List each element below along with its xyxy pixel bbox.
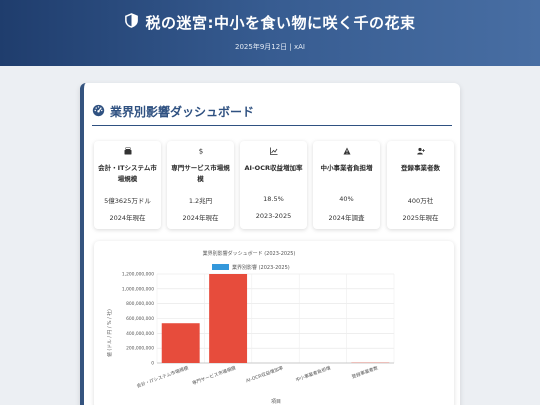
- stat-card-date: 2025年現在: [402, 214, 439, 222]
- legend-swatch[interactable]: [212, 264, 229, 270]
- page-header: 税の迷宮:中小を食い物に咲く千の花束 2025年9月12日 | xAI: [0, 0, 540, 66]
- section-title: 業界別影響ダッシュボード: [110, 105, 255, 119]
- y-tick-label: 400,000,000: [126, 331, 154, 337]
- stat-card-title: 専門サービス市場規模: [171, 164, 230, 183]
- x-tick-label: 中小事業者負担増: [295, 364, 332, 383]
- x-tick-label: AI-OCR収益増加率: [245, 364, 285, 384]
- stat-card-date: 2024年調査: [328, 214, 365, 222]
- stat-card-date: 2024年現在: [109, 214, 146, 222]
- y-tick-label: 0: [151, 361, 154, 367]
- stat-card-title: 会計・ITシステム市場規模: [98, 164, 157, 183]
- stat-card-value: 400万社: [407, 197, 434, 205]
- stat-card-date: 2024年現在: [182, 214, 219, 222]
- user-plus-icon: [387, 146, 454, 156]
- line-chart-icon: [240, 146, 307, 156]
- legend-label[interactable]: 業界別影響 (2023-2025): [232, 264, 290, 271]
- y-tick-label: 1,000,000,000: [122, 286, 154, 292]
- warning-icon: [313, 146, 380, 156]
- y-tick-label: 1,200,000,000: [122, 272, 154, 278]
- bar-0[interactable]: [161, 323, 200, 363]
- stat-card-title: 登録事業者数: [401, 164, 440, 172]
- x-tick-label: 会計・ITシステム市場規模: [136, 364, 190, 389]
- x-tick-label: 専門サービス市場規模: [191, 364, 237, 386]
- gauge-icon: [92, 104, 105, 120]
- impact-bar-chart: 業界別影響ダッシュボード (2023-2025) 業界別影響 (2023-202…: [106, 250, 395, 405]
- bar-1[interactable]: [209, 274, 248, 363]
- chart-title: 業界別影響ダッシュボード (2023-2025): [203, 250, 296, 257]
- stat-card-sme-burden: 中小事業者負担増 40% 2024年調査: [313, 141, 380, 229]
- svg-text:$: $: [198, 148, 202, 156]
- impact-chart-card: 業界別影響ダッシュボード (2023-2025) 業界別影響 (2023-202…: [94, 241, 454, 405]
- y-axis-label: 値 (ドル / 円 / % / 社): [106, 309, 113, 357]
- stat-card-ai-ocr: AI-OCR収益増加率 18.5% 2023-2025: [240, 141, 307, 229]
- y-tick-label: 200,000,000: [126, 346, 154, 352]
- section-divider: [92, 125, 452, 126]
- x-tick-label: 登録事業者数: [351, 364, 380, 380]
- publish-meta: 2025年9月12日 | xAI: [235, 43, 305, 51]
- section-heading: 業界別影響ダッシュボード: [92, 103, 254, 120]
- stat-card-date: 2023-2025: [255, 212, 292, 220]
- stat-card-accounting-it: 会計・ITシステム市場規模 5億3625万ドル 2024年現在: [94, 141, 161, 229]
- stat-card-title: 中小事業者負担増: [320, 164, 373, 172]
- y-tick-label: 600,000,000: [126, 316, 154, 322]
- page-title: 税の迷宮:中小を食い物に咲く千の花束: [145, 14, 416, 32]
- dashboard-panel: 業界別影響ダッシュボード 会計・ITシステム市場規模 5億3625万ドル 202…: [80, 83, 460, 405]
- x-axis-label: 項目: [271, 399, 281, 405]
- cash-register-icon: [94, 146, 161, 156]
- stat-card-registered-businesses: 登録事業者数 400万社 2025年現在: [387, 141, 454, 229]
- stat-card-value: 1.2兆円: [188, 197, 213, 205]
- stat-card-title: AI-OCR収益増加率: [244, 164, 303, 172]
- shield-half-icon: [124, 13, 139, 32]
- dollar-icon: $: [167, 146, 234, 156]
- stat-card-value: 40%: [339, 195, 354, 203]
- y-tick-label: 800,000,000: [126, 301, 154, 307]
- page-title-row: 税の迷宮:中小を食い物に咲く千の花束: [0, 12, 540, 33]
- stat-cards: 会計・ITシステム市場規模 5億3625万ドル 2024年現在 $ 専門サービス…: [94, 141, 454, 229]
- stat-card-professional-services: $ 専門サービス市場規模 1.2兆円 2024年現在: [167, 141, 234, 229]
- stat-card-value: 18.5%: [263, 195, 284, 203]
- stat-card-value: 5億3625万ドル: [104, 197, 151, 205]
